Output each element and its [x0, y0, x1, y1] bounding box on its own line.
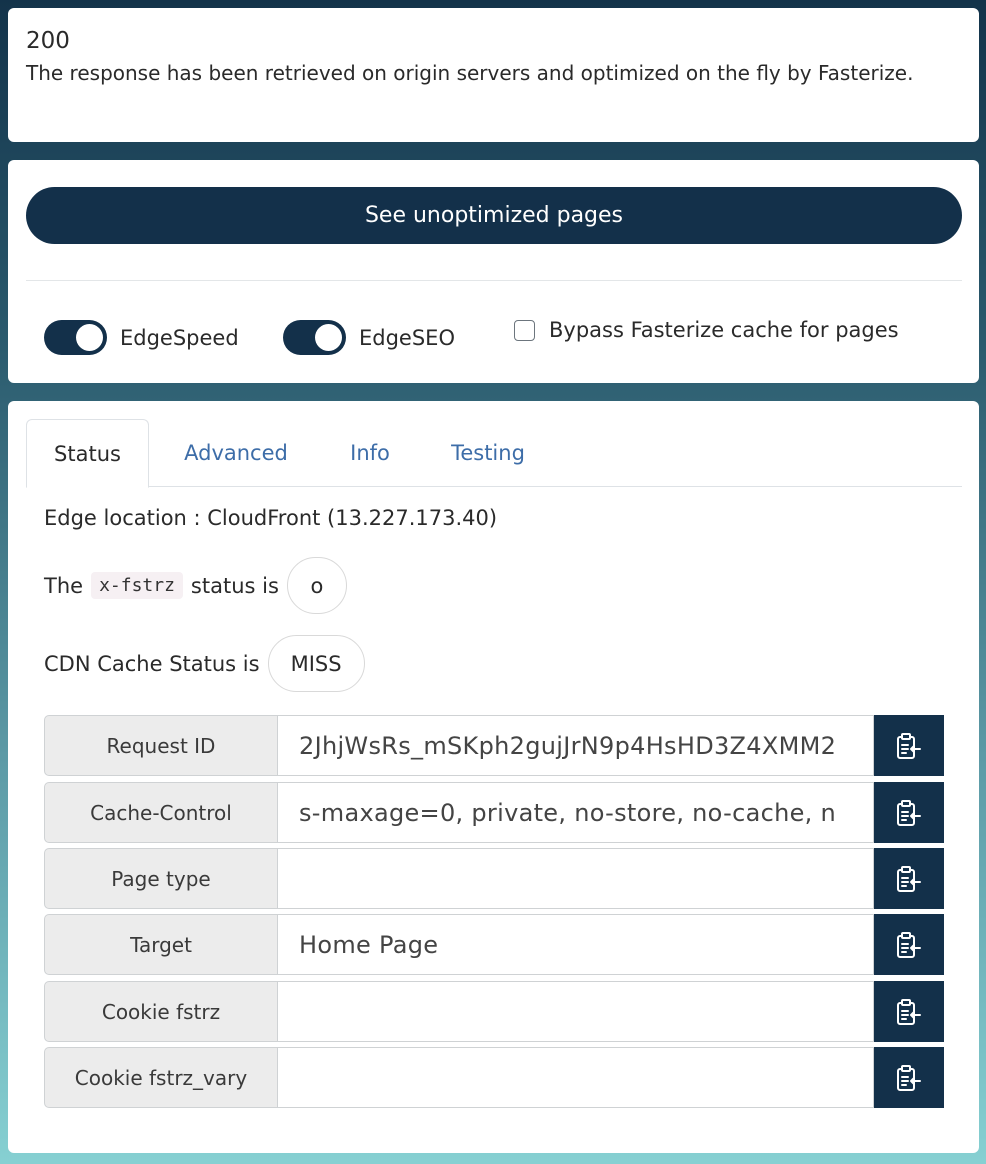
row-value[interactable]: s-maxage=0, private, no-store, no-cache,…: [278, 782, 874, 843]
see-unoptimized-pages-button[interactable]: See unoptimized pages: [26, 187, 962, 244]
edge-location-text: Edge location : CloudFront (13.227.173.4…: [44, 506, 498, 530]
clipboard-copy-icon: [897, 799, 921, 826]
bypass-cache-label: Bypass Fasterize cache for pages: [549, 318, 899, 342]
fstrz-status-badge: o: [286, 557, 347, 614]
cdn-cache-label: CDN Cache Status is: [44, 651, 260, 676]
cdn-cache-status-line: CDN Cache Status is MISS: [44, 635, 365, 692]
edgespeed-toggle[interactable]: [44, 320, 107, 355]
response-status-card: 200 The response has been retrieved on o…: [8, 8, 979, 142]
fstrz-header-code: x-fstrz: [91, 572, 183, 599]
edgeseo-toggle-group: EdgeSEO: [283, 320, 455, 355]
table-row: Cookie fstrz: [44, 981, 944, 1042]
clipboard-copy-icon: [897, 732, 921, 759]
clipboard-copy-icon: [897, 931, 921, 958]
cdn-cache-badge: MISS: [267, 635, 365, 692]
status-code: 200: [26, 28, 70, 54]
row-value-text: 2JhjWsRs_mSKph2gujJrN9p4HsHD3Z4XMM2: [299, 731, 837, 760]
tab-bar: Status Advanced Info Testing: [26, 419, 962, 488]
bypass-cache-checkbox[interactable]: [514, 319, 535, 341]
row-value[interactable]: 2JhjWsRs_mSKph2gujJrN9p4HsHD3Z4XMM2: [278, 715, 874, 776]
details-card: Status Advanced Info Testing Edge locati…: [8, 401, 979, 1153]
clipboard-copy-icon: [897, 998, 921, 1025]
table-row: Page type: [44, 848, 944, 909]
tab-advanced[interactable]: Advanced: [164, 419, 308, 487]
divider: [26, 280, 962, 281]
edgespeed-toggle-group: EdgeSpeed: [44, 320, 239, 355]
row-value[interactable]: [278, 1047, 874, 1108]
row-value[interactable]: Home Page: [278, 914, 874, 975]
copy-button[interactable]: [874, 782, 944, 843]
table-row: Cookie fstrz_vary: [44, 1047, 944, 1108]
toggle-knob: [76, 324, 103, 351]
table-row: Request ID 2JhjWsRs_mSKph2gujJrN9p4HsHD3…: [44, 715, 944, 776]
bypass-cache-group: Bypass Fasterize cache for pages: [514, 318, 899, 342]
table-row: Cache-Control s-maxage=0, private, no-st…: [44, 782, 944, 843]
edgeseo-toggle[interactable]: [283, 320, 346, 355]
fstrz-status-line: The x-fstrz status is o: [44, 557, 347, 614]
copy-button[interactable]: [874, 1047, 944, 1108]
fstrz-prefix: The: [44, 573, 84, 598]
tab-testing[interactable]: Testing: [436, 419, 540, 487]
toggle-knob: [315, 324, 342, 351]
copy-button[interactable]: [874, 715, 944, 776]
tab-status[interactable]: Status: [26, 419, 149, 488]
copy-button[interactable]: [874, 981, 944, 1042]
copy-button[interactable]: [874, 914, 944, 975]
status-message: The response has been retrieved on origi…: [26, 61, 914, 85]
row-label: Cookie fstrz: [44, 981, 278, 1042]
row-value-text: s-maxage=0, private, no-store, no-cache,…: [299, 798, 837, 827]
row-label: Target: [44, 914, 278, 975]
controls-card: See unoptimized pages EdgeSpeed EdgeSEO …: [8, 160, 979, 383]
row-label: Page type: [44, 848, 278, 909]
copy-button[interactable]: [874, 848, 944, 909]
edgeseo-label: EdgeSEO: [359, 325, 455, 350]
fstrz-suffix: status is: [190, 573, 279, 598]
row-value[interactable]: [278, 848, 874, 909]
tab-info[interactable]: Info: [330, 419, 410, 487]
row-label: Request ID: [44, 715, 278, 776]
row-value-text: Home Page: [299, 930, 439, 959]
table-row: Target Home Page: [44, 914, 944, 975]
edgespeed-label: EdgeSpeed: [120, 325, 239, 350]
row-label: Cookie fstrz_vary: [44, 1047, 278, 1108]
clipboard-copy-icon: [897, 1064, 921, 1091]
row-value[interactable]: [278, 981, 874, 1042]
clipboard-copy-icon: [897, 865, 921, 892]
row-label: Cache-Control: [44, 782, 278, 843]
edge-location: Edge location : CloudFront (13.227.173.4…: [44, 503, 497, 533]
